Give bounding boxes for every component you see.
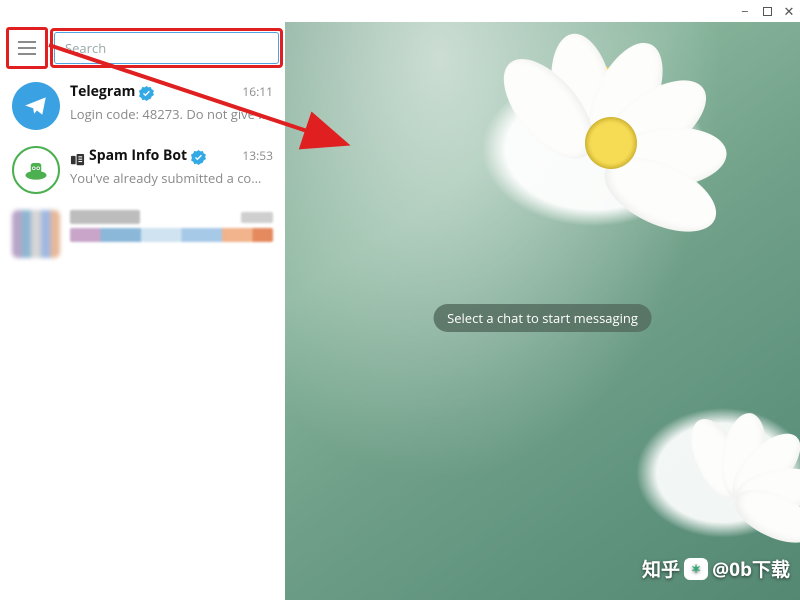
- chat-list-sidebar: Telegram 16:11 Login code: 48273. Do not…: [0, 22, 285, 600]
- close-button[interactable]: ✕: [778, 0, 800, 22]
- chat-item-telegram[interactable]: Telegram 16:11 Login code: 48273. Do not…: [0, 74, 285, 138]
- chat-time: 16:11: [242, 83, 273, 100]
- minimize-button[interactable]: −: [734, 0, 756, 22]
- avatar-telegram: [12, 82, 60, 130]
- robot-hat-icon: [22, 156, 50, 184]
- search-field-wrap: [54, 32, 279, 64]
- paper-plane-icon: [23, 93, 49, 119]
- chat-body: Telegram 16:11 Login code: 48273. Do not…: [70, 82, 273, 130]
- chat-time-redacted: [241, 212, 273, 223]
- chat-preview: Login code: 48273. Do not give thi…: [70, 105, 273, 123]
- watermark: 知乎 ✶ @0b下载: [642, 555, 790, 582]
- chat-preview-redacted: [70, 228, 273, 242]
- watermark-handle: @0b下载: [712, 555, 790, 582]
- bot-icon: [70, 149, 85, 162]
- window-titlebar: − ✕: [0, 0, 800, 22]
- chat-body: Spam Info Bot 13:53 You've already submi…: [70, 146, 273, 194]
- chat-list: Telegram 16:11 Login code: 48273. Do not…: [0, 74, 285, 266]
- avatar-redacted: [12, 210, 60, 258]
- menu-button[interactable]: [6, 27, 48, 69]
- hamburger-icon: [18, 41, 36, 55]
- verified-icon: [139, 84, 154, 99]
- chat-name: Spam Info Bot: [89, 146, 187, 165]
- sidebar-topbar: [0, 22, 285, 74]
- chat-item-redacted[interactable]: [0, 202, 285, 266]
- verified-icon: [191, 148, 206, 163]
- maximize-icon: [763, 7, 772, 16]
- wechat-icon: ✶: [684, 558, 708, 580]
- main-pane: Select a chat to start messaging 知乎 ✶ @0…: [285, 22, 800, 600]
- chat-name: Telegram: [70, 82, 135, 101]
- chat-body: [70, 210, 273, 258]
- empty-state-label: Select a chat to start messaging: [433, 304, 652, 332]
- chat-time: 13:53: [242, 147, 273, 164]
- search-input[interactable]: [54, 32, 279, 64]
- zhihu-logo: 知乎: [642, 555, 680, 582]
- avatar-spam-info-bot: [12, 146, 60, 194]
- chat-item-spam-info-bot[interactable]: Spam Info Bot 13:53 You've already submi…: [0, 138, 285, 202]
- chat-name-redacted: [70, 210, 140, 224]
- maximize-button[interactable]: [756, 0, 778, 22]
- chat-preview: You've already submitted a comp…: [70, 169, 273, 187]
